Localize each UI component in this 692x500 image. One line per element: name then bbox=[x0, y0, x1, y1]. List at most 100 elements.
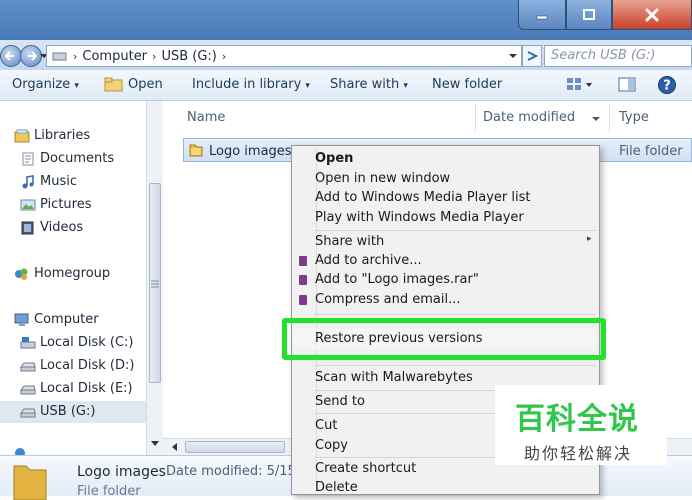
command-bar: Organize ▾ Open Include in library ▾ Sha… bbox=[0, 70, 692, 101]
menu-item-compress-email[interactable]: Compress and email... bbox=[315, 292, 461, 307]
nav-item-local-disk-d[interactable]: Local Disk (D:) bbox=[20, 358, 134, 373]
column-header-name[interactable]: Name bbox=[187, 110, 225, 125]
open-button[interactable]: Open bbox=[128, 77, 163, 92]
details-date-modified: Date modified: 5/15/2 bbox=[166, 464, 309, 479]
nav-item-music[interactable]: Music bbox=[20, 174, 77, 189]
breadcrumb-separator-icon: › bbox=[152, 49, 157, 63]
forward-button[interactable] bbox=[20, 45, 42, 67]
watermark-title: 百科全说 bbox=[515, 402, 639, 437]
address-dropdown-icon[interactable] bbox=[509, 52, 517, 60]
column-header-type[interactable]: Type bbox=[619, 110, 649, 125]
menu-item-share-with[interactable]: Share with bbox=[315, 234, 384, 249]
usb-drive-icon bbox=[20, 408, 36, 417]
menu-item-create-shortcut[interactable]: Create shortcut bbox=[315, 461, 416, 476]
scroll-down-arrow-icon[interactable] bbox=[148, 439, 162, 449]
horizontal-scrollbar-thumb[interactable] bbox=[185, 441, 285, 453]
menu-item-open-new-window[interactable]: Open in new window bbox=[315, 171, 450, 186]
file-type: File folder bbox=[619, 144, 683, 159]
nav-label: Documents bbox=[40, 151, 115, 166]
new-folder-button[interactable]: New folder bbox=[432, 77, 502, 92]
menu-item-play-wmp[interactable]: Play with Windows Media Player bbox=[315, 210, 524, 225]
videos-icon bbox=[21, 221, 34, 234]
menu-separator bbox=[314, 230, 596, 231]
column-separator[interactable] bbox=[475, 104, 476, 132]
maximize-icon bbox=[583, 8, 595, 20]
organize-label: Organize bbox=[12, 77, 71, 92]
close-button[interactable] bbox=[612, 0, 692, 30]
close-icon bbox=[645, 8, 659, 21]
menu-item-add-wmp-list[interactable]: Add to Windows Media Player list bbox=[315, 190, 531, 205]
column-sort-dropdown-icon[interactable] bbox=[592, 115, 600, 123]
libraries-icon bbox=[14, 129, 30, 142]
menu-item-cut[interactable]: Cut bbox=[315, 418, 337, 433]
hard-drive-icon bbox=[20, 362, 36, 371]
nav-item-videos[interactable]: Videos bbox=[20, 220, 83, 235]
winrar-icon bbox=[299, 275, 307, 285]
scroll-left-arrow-icon[interactable] bbox=[169, 440, 181, 454]
address-bar[interactable]: › Computer › USB (G:) › bbox=[46, 45, 522, 67]
menu-separator bbox=[314, 365, 596, 366]
preview-pane-icon[interactable] bbox=[618, 76, 638, 94]
nav-item-local-disk-e[interactable]: Local Disk (E:) bbox=[20, 381, 133, 396]
file-name: Logo images bbox=[209, 144, 292, 159]
menu-item-copy[interactable]: Copy bbox=[315, 438, 348, 453]
nav-item-libraries[interactable]: Libraries bbox=[14, 128, 90, 143]
documents-icon bbox=[22, 152, 34, 165]
breadcrumb-usb[interactable]: USB (G:) bbox=[161, 49, 216, 64]
organize-button[interactable]: Organize ▾ bbox=[12, 77, 79, 92]
menu-item-add-to-rar[interactable]: Add to "Logo images.rar" bbox=[315, 272, 479, 287]
computer-location-icon bbox=[52, 52, 67, 61]
back-arrow-icon bbox=[4, 51, 14, 61]
column-separator[interactable] bbox=[609, 104, 610, 132]
details-file-name: Logo images bbox=[77, 464, 166, 480]
search-input[interactable]: Search USB (G:) bbox=[544, 45, 692, 67]
nav-item-computer[interactable]: Computer bbox=[14, 312, 99, 327]
nav-item-documents[interactable]: Documents bbox=[20, 151, 114, 166]
breadcrumb-separator-icon: › bbox=[73, 49, 78, 63]
pictures-icon bbox=[20, 199, 36, 210]
nav-label: Local Disk (D:) bbox=[40, 358, 135, 373]
dropdown-arrow-icon: ▾ bbox=[74, 81, 79, 91]
svg-text:?: ? bbox=[663, 79, 671, 94]
scrollbar-thumb[interactable] bbox=[149, 183, 161, 383]
homegroup-icon bbox=[15, 268, 28, 280]
nav-label: Homegroup bbox=[34, 266, 111, 281]
share-with-label: Share with bbox=[330, 77, 400, 92]
breadcrumb-computer[interactable]: Computer bbox=[82, 49, 147, 64]
refresh-button[interactable] bbox=[522, 45, 542, 67]
view-options-icon[interactable] bbox=[566, 76, 594, 94]
include-in-library-button[interactable]: Include in library ▾ bbox=[192, 77, 310, 92]
hard-drive-icon bbox=[20, 385, 36, 394]
nav-label: Computer bbox=[34, 312, 99, 327]
nav-item-local-disk-c[interactable]: Local Disk (C:) bbox=[20, 335, 133, 350]
watermark-subtitle: 助你轻松解决 bbox=[524, 444, 633, 463]
column-header-date-modified[interactable]: Date modified bbox=[483, 110, 575, 125]
menu-item-add-to-archive[interactable]: Add to archive... bbox=[315, 253, 422, 268]
nav-item-homegroup[interactable]: Homegroup bbox=[14, 266, 110, 281]
menu-item-send-to[interactable]: Send to bbox=[315, 394, 365, 409]
help-icon[interactable]: ? bbox=[657, 75, 677, 95]
navigation-scrollbar[interactable] bbox=[146, 101, 163, 455]
menu-separator bbox=[314, 314, 596, 315]
menu-item-open[interactable]: Open bbox=[315, 151, 353, 166]
menu-item-delete[interactable]: Delete bbox=[315, 480, 358, 495]
maximize-button[interactable] bbox=[566, 0, 612, 30]
nav-label: Videos bbox=[40, 220, 84, 235]
title-bar bbox=[0, 0, 692, 40]
minimize-icon bbox=[536, 15, 548, 19]
grip-icon bbox=[151, 280, 159, 288]
minimize-button[interactable] bbox=[518, 0, 566, 30]
menu-item-scan-malwarebytes[interactable]: Scan with Malwarebytes bbox=[315, 370, 473, 385]
nav-label: Local Disk (C:) bbox=[40, 335, 134, 350]
breadcrumb-separator-icon: › bbox=[221, 49, 227, 63]
folder-thumbnail-icon bbox=[13, 465, 47, 500]
green-highlight-box bbox=[282, 318, 606, 360]
submenu-arrow-icon: ▸ bbox=[587, 234, 592, 244]
back-button[interactable] bbox=[0, 45, 22, 67]
nav-item-pictures[interactable]: Pictures bbox=[20, 197, 91, 212]
share-with-button[interactable]: Share with ▾ bbox=[330, 77, 408, 92]
winrar-icon bbox=[299, 256, 307, 266]
nav-item-usb-g[interactable]: USB (G:) bbox=[20, 404, 95, 419]
refresh-icon bbox=[527, 51, 539, 61]
winrar-icon bbox=[299, 295, 307, 305]
